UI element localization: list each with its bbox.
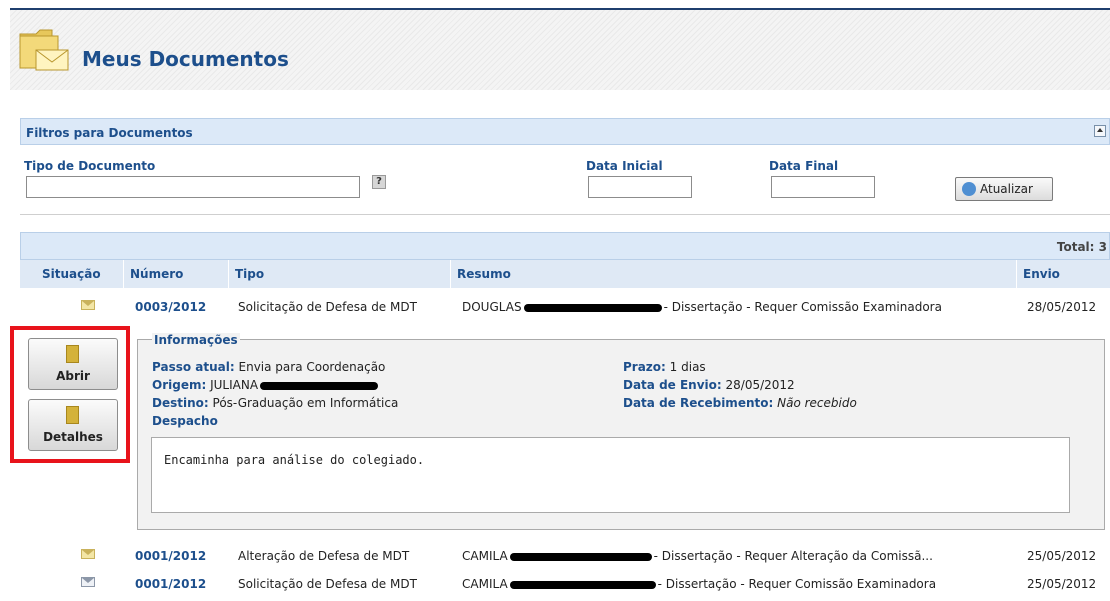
resumo-name: DOUGLAS (462, 300, 522, 314)
data-inicial-label: Data Inicial (586, 159, 663, 173)
col-resumo[interactable]: Resumo (450, 260, 1016, 288)
row-resumo: CAMILA - Dissertação - Requer Alteração d… (462, 549, 933, 563)
data-final-input[interactable] (771, 176, 875, 198)
resumo-name: CAMILA (462, 549, 508, 563)
total-bar: Total: 3 (20, 232, 1110, 260)
origem: Origem: JULIANA (152, 378, 380, 392)
details-doc-icon (66, 406, 79, 424)
data-final-label: Data Final (769, 159, 839, 173)
resumo-text: - Dissertação - Requer Comissão Examinad… (663, 300, 942, 314)
origem-value: JULIANA (210, 378, 259, 392)
despacho-label: Despacho (152, 414, 218, 428)
data-recebimento: Data de Recebimento: Não recebido (623, 396, 857, 410)
page-title: Meus Documentos (82, 47, 289, 71)
divider (20, 214, 1110, 215)
envelope-open-icon (81, 577, 95, 587)
folder-mail-icon (19, 29, 69, 71)
row-numero[interactable]: 0003/2012 (135, 300, 206, 314)
open-doc-icon (66, 345, 79, 363)
row-tipo: Solicitação de Defesa de MDT (238, 300, 417, 314)
table-row[interactable]: 0001/2012 Solicitação de Defesa de MDT C… (20, 570, 1110, 598)
prazo-value: 1 dias (669, 360, 706, 374)
envio-value: 28/05/2012 (725, 378, 795, 392)
refresh-icon (962, 182, 976, 196)
destino-value: Pós-Graduação em Informática (212, 396, 399, 410)
data-inicial-input[interactable] (588, 176, 692, 198)
row-envio: 28/05/2012 (1027, 300, 1097, 314)
redaction-bar (509, 552, 652, 561)
filter-panel: Filtros para Documentos Tipo de Document… (20, 118, 1110, 214)
row-resumo: CAMILA - Dissertação - Requer Comissão Ex… (462, 577, 936, 591)
table-row[interactable]: 0003/2012 Solicitação de Defesa de MDT D… (20, 293, 1110, 321)
refresh-button[interactable]: Atualizar (955, 177, 1053, 201)
redaction-bar (509, 580, 656, 589)
row-envio: 25/05/2012 (1027, 549, 1097, 563)
envio-label: Data de Envio: (623, 378, 722, 392)
data-envio: Data de Envio: 28/05/2012 (623, 378, 795, 392)
collapse-icon[interactable] (1094, 125, 1106, 137)
despacho-text: Encaminha para análise do colegiado. (151, 437, 1070, 513)
tipo-documento-label: Tipo de Documento (24, 159, 156, 173)
page-header: Meus Documentos (10, 10, 1110, 90)
redaction-bar (523, 303, 662, 312)
row-tipo: Alteração de Defesa de MDT (238, 549, 410, 563)
row-resumo: DOUGLAS - Dissertação - Requer Comissão E… (462, 300, 942, 314)
recebimento-label: Data de Recebimento: (623, 396, 774, 410)
tipo-documento-input[interactable] (26, 176, 360, 198)
table-header: Situação Número Tipo Resumo Envio (20, 260, 1110, 288)
resumo-text: - Dissertação - Requer Alteração da Comi… (653, 549, 933, 563)
row-tipo: Solicitação de Defesa de MDT (238, 577, 417, 591)
row-numero[interactable]: 0001/2012 (135, 549, 206, 563)
detalhes-button[interactable]: Detalhes (28, 399, 118, 451)
row-numero[interactable]: 0001/2012 (135, 577, 206, 591)
resumo-name: CAMILA (462, 577, 508, 591)
envelope-icon (81, 549, 95, 559)
envelope-icon (81, 300, 95, 310)
row-envio: 25/05/2012 (1027, 577, 1097, 591)
help-icon[interactable]: ? (372, 175, 386, 189)
detalhes-label: Detalhes (43, 430, 103, 444)
passo-value: Envia para Coordenação (238, 360, 386, 374)
filter-bar: Filtros para Documentos (20, 118, 1110, 145)
col-situacao[interactable]: Situação (20, 260, 123, 288)
col-envio[interactable]: Envio (1016, 260, 1110, 288)
abrir-button[interactable]: Abrir (28, 338, 118, 390)
redaction-bar (260, 381, 379, 390)
table-row[interactable]: 0001/2012 Alteração de Defesa de MDT CAM… (20, 542, 1110, 570)
origem-label: Origem: (152, 378, 207, 392)
refresh-label: Atualizar (980, 182, 1033, 196)
info-legend: Informações (152, 333, 240, 347)
destino: Destino: Pós-Graduação em Informática (152, 396, 398, 410)
destino-label: Destino: (152, 396, 209, 410)
passo-label: Passo atual: (152, 360, 235, 374)
info-panel: Informações Passo atual: Envia para Coor… (137, 333, 1105, 530)
passo-atual: Passo atual: Envia para Coordenação (152, 360, 385, 374)
prazo: Prazo: 1 dias (623, 360, 706, 374)
recebimento-value: Não recebido (777, 396, 857, 410)
resumo-text: - Dissertação - Requer Comissão Examinad… (657, 577, 937, 591)
col-numero[interactable]: Número (123, 260, 228, 288)
total-count: Total: 3 (1056, 240, 1107, 254)
col-tipo[interactable]: Tipo (228, 260, 450, 288)
abrir-label: Abrir (56, 369, 90, 383)
prazo-label: Prazo: (623, 360, 666, 374)
filter-title: Filtros para Documentos (26, 126, 193, 140)
